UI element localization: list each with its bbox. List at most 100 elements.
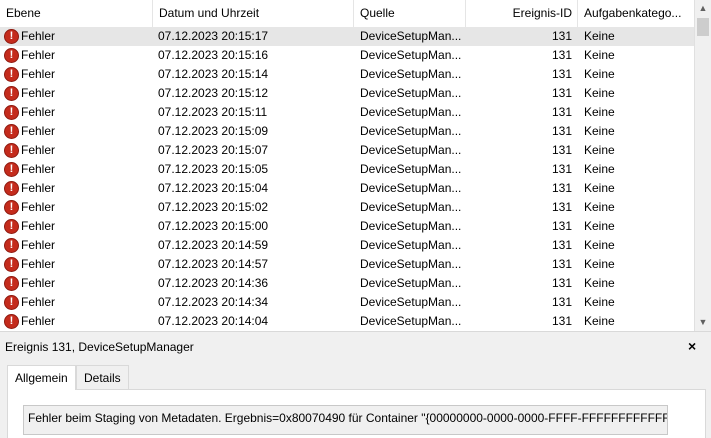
level-label: Fehler (21, 276, 56, 290)
cell-source: DeviceSetupMan... (360, 67, 462, 81)
cell-event-id: 131 (551, 314, 572, 328)
cell-event-id: 131 (551, 86, 572, 100)
cell-category: Keine (584, 200, 615, 214)
cell-event-id: 131 (551, 124, 572, 138)
cell-category: Keine (584, 67, 615, 81)
table-row[interactable]: ! Fehler 07.12.2023 20:15:02 DeviceSetupMan… (0, 198, 694, 217)
cell-event-id: 131 (551, 67, 572, 81)
cell-datetime: 07.12.2023 20:14:57 (158, 257, 269, 271)
cell-datetime: 07.12.2023 20:15:09 (158, 124, 269, 138)
column-header-event-id[interactable]: Ereignis-ID (466, 0, 578, 27)
cell-datetime: 07.12.2023 20:15:16 (158, 48, 269, 62)
cell-event-id: 131 (551, 181, 572, 195)
cell-level: ! Fehler (4, 122, 148, 141)
cell-event-id: 131 (551, 257, 572, 271)
level-label: Fehler (21, 238, 56, 252)
table-row[interactable]: ! Fehler 07.12.2023 20:15:16 DeviceSetupMan… (0, 46, 694, 65)
scroll-up-icon[interactable]: ▲ (695, 0, 711, 17)
cell-datetime: 07.12.2023 20:14:34 (158, 295, 269, 309)
level-label: Fehler (21, 219, 56, 233)
level-label: Fehler (21, 257, 56, 271)
cell-category: Keine (584, 219, 615, 233)
cell-level: ! Fehler (4, 65, 148, 84)
vertical-scrollbar[interactable]: ▲ ▼ (694, 0, 711, 331)
error-icon: ! (4, 86, 19, 101)
level-label: Fehler (21, 314, 56, 328)
cell-level: ! Fehler (4, 312, 148, 331)
level-label: Fehler (21, 143, 56, 157)
scroll-thumb[interactable] (697, 18, 709, 36)
cell-source: DeviceSetupMan... (360, 257, 462, 271)
cell-source: DeviceSetupMan... (360, 314, 462, 328)
cell-event-id: 131 (551, 143, 572, 157)
column-header-category[interactable]: Aufgabenkatego... (578, 0, 694, 27)
event-list[interactable]: Ebene Datum und Uhrzeit Quelle Ereignis-… (0, 0, 711, 332)
table-row[interactable]: ! Fehler 07.12.2023 20:14:36 DeviceSetupMan… (0, 274, 694, 293)
event-rows: ! Fehler 07.12.2023 20:15:17 DeviceSetupMan… (0, 27, 694, 331)
cell-level: ! Fehler (4, 198, 148, 217)
close-icon[interactable]: × (688, 338, 696, 354)
column-header-source[interactable]: Quelle (354, 0, 466, 27)
cell-datetime: 07.12.2023 20:15:14 (158, 67, 269, 81)
error-icon: ! (4, 48, 19, 63)
cell-category: Keine (584, 29, 615, 43)
cell-level: ! Fehler (4, 46, 148, 65)
cell-event-id: 131 (551, 276, 572, 290)
event-list-header: Ebene Datum und Uhrzeit Quelle Ereignis-… (0, 0, 694, 28)
table-row[interactable]: ! Fehler 07.12.2023 20:15:14 DeviceSetupMan… (0, 65, 694, 84)
table-row[interactable]: ! Fehler 07.12.2023 20:14:57 DeviceSetupMan… (0, 255, 694, 274)
cell-level: ! Fehler (4, 217, 148, 236)
level-label: Fehler (21, 200, 56, 214)
error-icon: ! (4, 67, 19, 82)
table-row[interactable]: ! Fehler 07.12.2023 20:14:04 DeviceSetupMan… (0, 312, 694, 331)
level-label: Fehler (21, 67, 56, 81)
cell-event-id: 131 (551, 200, 572, 214)
cell-category: Keine (584, 48, 615, 62)
level-label: Fehler (21, 86, 56, 100)
table-row[interactable]: ! Fehler 07.12.2023 20:15:09 DeviceSetupMan… (0, 122, 694, 141)
cell-category: Keine (584, 105, 615, 119)
table-row[interactable]: ! Fehler 07.12.2023 20:14:34 DeviceSetupMan… (0, 293, 694, 312)
table-row[interactable]: ! Fehler 07.12.2023 20:15:17 DeviceSetupMan… (0, 27, 694, 46)
cell-source: DeviceSetupMan... (360, 200, 462, 214)
cell-source: DeviceSetupMan... (360, 238, 462, 252)
error-icon: ! (4, 143, 19, 158)
cell-datetime: 07.12.2023 20:15:17 (158, 29, 269, 43)
table-row[interactable]: ! Fehler 07.12.2023 20:15:11 DeviceSetupMan… (0, 103, 694, 122)
level-label: Fehler (21, 105, 56, 119)
error-icon: ! (4, 124, 19, 139)
tab-details[interactable]: Details (76, 365, 129, 389)
table-row[interactable]: ! Fehler 07.12.2023 20:15:12 DeviceSetupMan… (0, 84, 694, 103)
scroll-down-icon[interactable]: ▼ (695, 314, 711, 331)
cell-source: DeviceSetupMan... (360, 276, 462, 290)
cell-source: DeviceSetupMan... (360, 295, 462, 309)
error-icon: ! (4, 276, 19, 291)
event-message-box[interactable]: Fehler beim Staging von Metadaten. Ergeb… (23, 405, 668, 435)
error-icon: ! (4, 200, 19, 215)
table-row[interactable]: ! Fehler 07.12.2023 20:15:07 DeviceSetupMan… (0, 141, 694, 160)
error-icon: ! (4, 162, 19, 177)
event-detail-header: Ereignis 131, DeviceSetupManager × (0, 336, 711, 358)
error-icon: ! (4, 29, 19, 44)
cell-source: DeviceSetupMan... (360, 124, 462, 138)
cell-level: ! Fehler (4, 103, 148, 122)
cell-category: Keine (584, 276, 615, 290)
table-row[interactable]: ! Fehler 07.12.2023 20:15:04 DeviceSetupMan… (0, 179, 694, 198)
table-row[interactable]: ! Fehler 07.12.2023 20:15:05 DeviceSetupMan… (0, 160, 694, 179)
cell-datetime: 07.12.2023 20:15:04 (158, 181, 269, 195)
cell-event-id: 131 (551, 48, 572, 62)
level-label: Fehler (21, 48, 56, 62)
error-icon: ! (4, 314, 19, 329)
column-header-level[interactable]: Ebene (0, 0, 153, 27)
level-label: Fehler (21, 162, 56, 176)
table-row[interactable]: ! Fehler 07.12.2023 20:15:00 DeviceSetupMan… (0, 217, 694, 236)
tab-allgemein[interactable]: Allgemein (7, 365, 76, 390)
cell-level: ! Fehler (4, 141, 148, 160)
cell-level: ! Fehler (4, 84, 148, 103)
table-row[interactable]: ! Fehler 07.12.2023 20:14:59 DeviceSetupMan… (0, 236, 694, 255)
column-header-datetime[interactable]: Datum und Uhrzeit (153, 0, 354, 27)
cell-source: DeviceSetupMan... (360, 29, 462, 43)
error-icon: ! (4, 181, 19, 196)
cell-category: Keine (584, 238, 615, 252)
cell-level: ! Fehler (4, 274, 148, 293)
